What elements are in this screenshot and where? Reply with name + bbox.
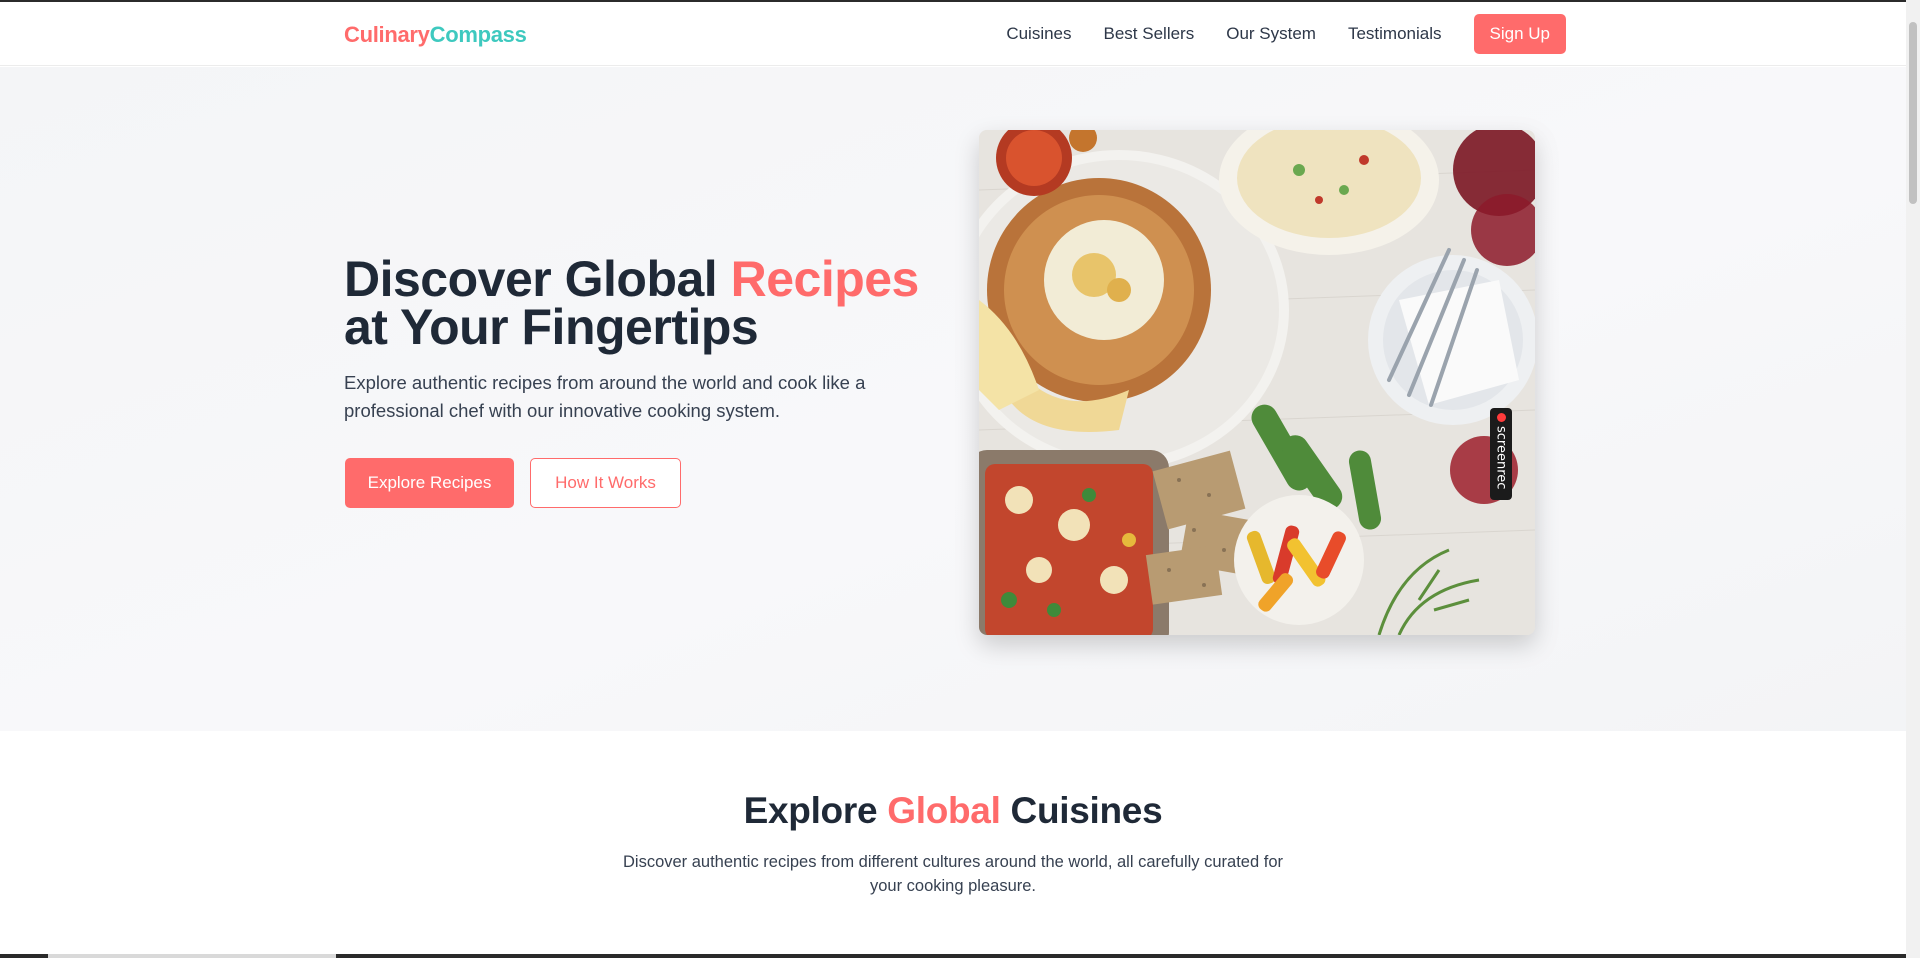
brand-logo[interactable]: CulinaryCompass <box>344 22 527 48</box>
how-it-works-button[interactable]: How It Works <box>530 458 681 508</box>
nav-link-cuisines[interactable]: Cuisines <box>1006 24 1071 44</box>
hero-title-part2: at Your Fingertips <box>344 299 759 355</box>
bottom-strip-highlight <box>48 954 336 958</box>
cuisines-section-subtitle: Discover authentic recipes from differen… <box>622 853 1283 895</box>
hero-section <box>0 67 1906 731</box>
brand-logo-part2: Compass <box>429 22 527 47</box>
site-header: CulinaryCompass Cuisines Best Sellers Ou… <box>0 2 1906 66</box>
hero-food-image <box>979 130 1535 635</box>
hero-title: Discover Global Recipes at Your Fingertip… <box>344 254 944 352</box>
screen-recorder-badge[interactable]: screenrec <box>1490 408 1512 500</box>
bottom-strip <box>0 954 1906 958</box>
brand-logo-part1: Culinary <box>344 22 430 47</box>
cuisines-title-accent: Global <box>887 790 1001 831</box>
nav-link-our-system[interactable]: Our System <box>1226 24 1316 44</box>
cuisines-title-part2: Cuisines <box>1000 790 1163 831</box>
screen-recorder-label: screenrec <box>1493 426 1509 490</box>
page-scrollbar[interactable] <box>1906 0 1920 958</box>
cuisines-section-title: Explore Global Cuisines <box>0 790 1906 832</box>
hero-subtitle: Explore authentic recipes from around th… <box>344 372 866 421</box>
main-nav: Cuisines Best Sellers Our System Testimo… <box>974 14 1566 54</box>
nav-link-best-sellers[interactable]: Best Sellers <box>1104 24 1195 44</box>
nav-link-testimonials[interactable]: Testimonials <box>1348 24 1442 44</box>
scrollbar-thumb[interactable] <box>1909 22 1917 204</box>
food-spread-illustration <box>979 130 1535 635</box>
explore-recipes-button[interactable]: Explore Recipes <box>345 458 514 508</box>
hero-title-accent: Recipes <box>730 251 920 307</box>
record-dot-icon <box>1496 413 1506 422</box>
cuisines-title-part1: Explore <box>743 790 888 831</box>
sign-up-button[interactable]: Sign Up <box>1473 14 1566 54</box>
